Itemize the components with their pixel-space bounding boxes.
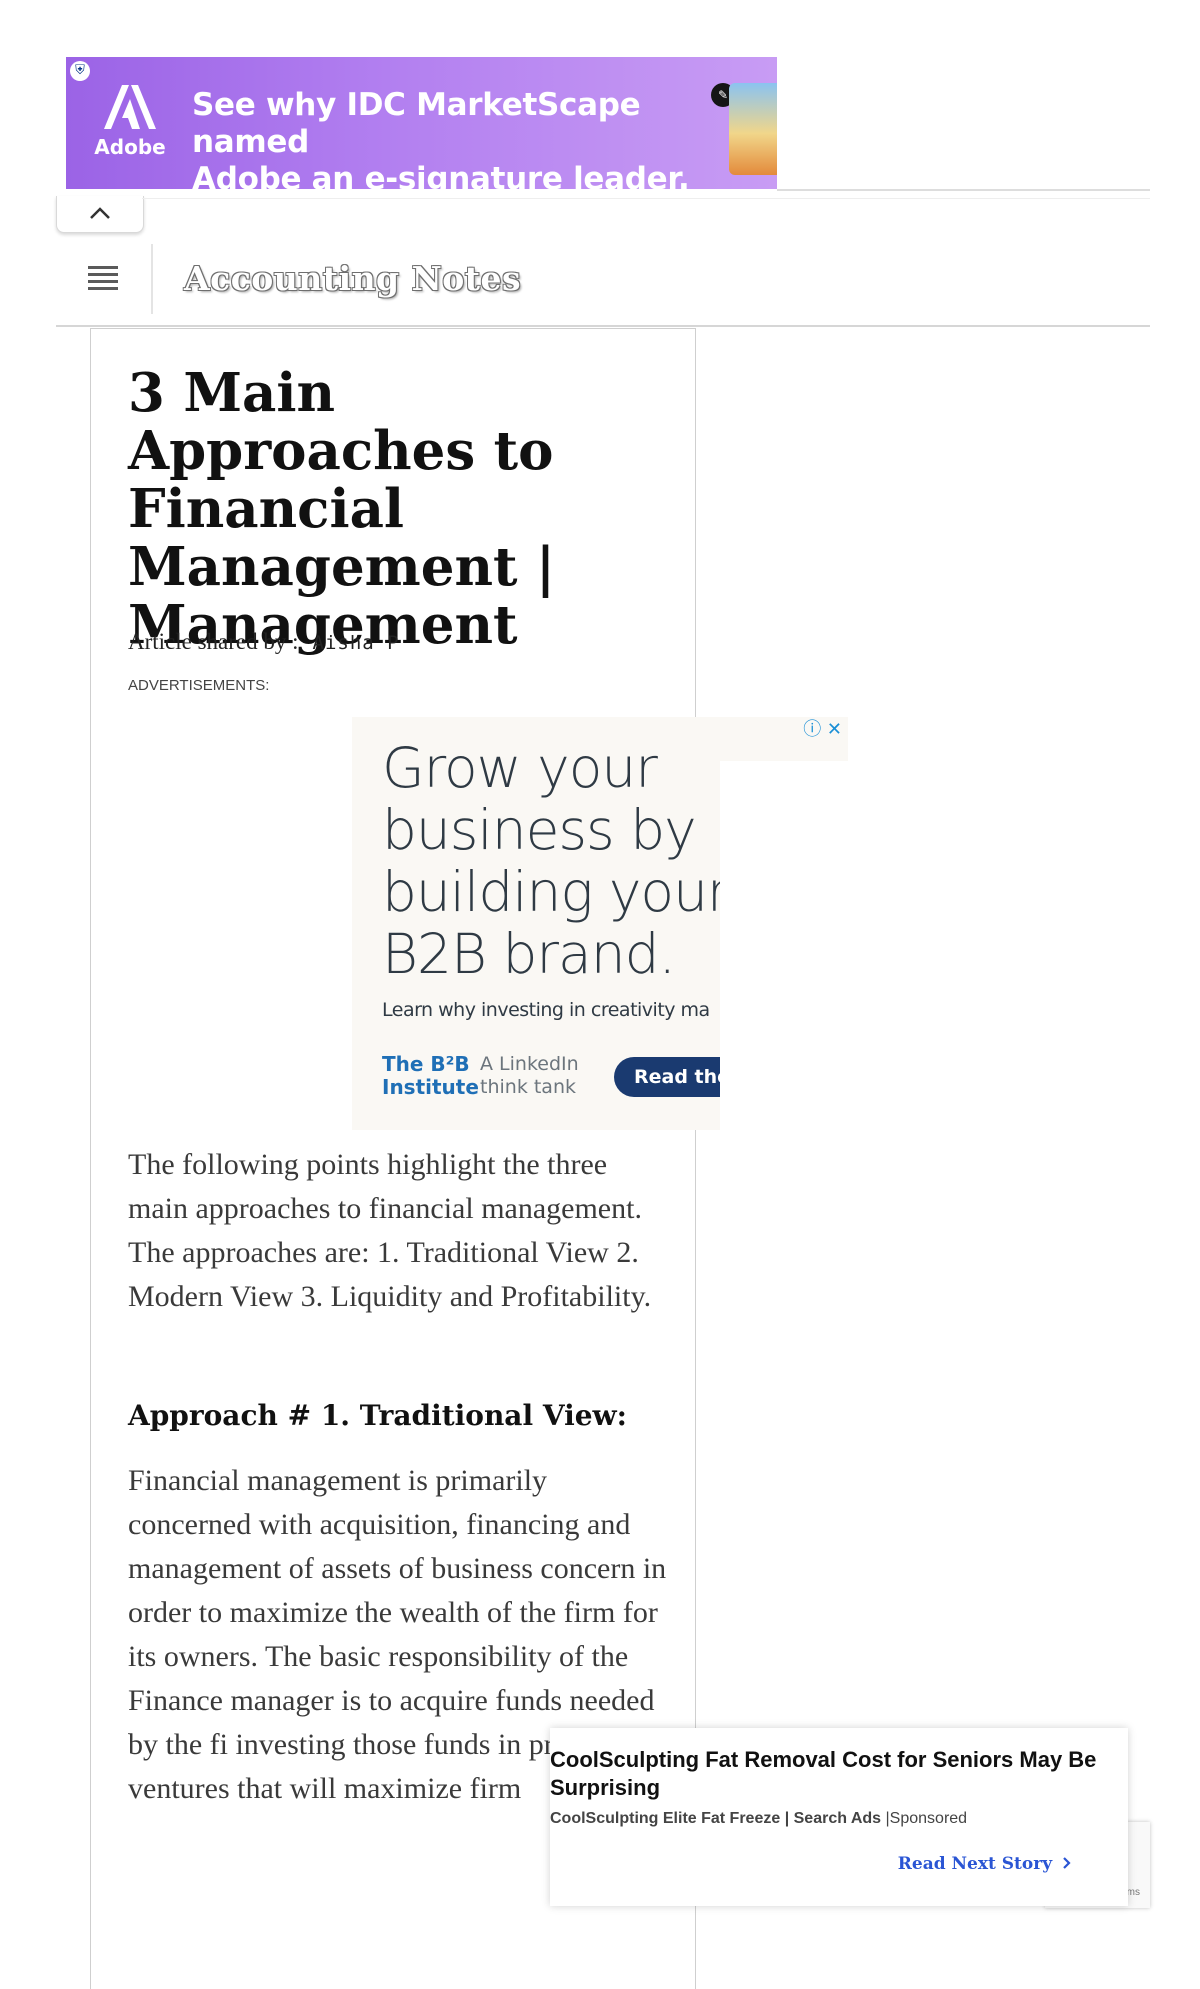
site-title[interactable]: Accounting Notes <box>184 259 521 298</box>
sponsored-story-card[interactable]: CoolSculpting Fat Removal Cost for Senio… <box>550 1728 1128 1906</box>
byline-label: Article shared by : <box>128 629 299 654</box>
adobe-a-icon <box>104 85 156 129</box>
ad-cta-button[interactable]: Read the <box>614 1057 720 1097</box>
header-bottom-border <box>56 325 1150 327</box>
sponsored-label: Sponsored <box>889 1810 968 1827</box>
ad-headline-line: building your <box>382 860 720 924</box>
page-title: 3 Main Approaches to Financial Managemen… <box>128 362 556 656</box>
chevron-right-icon <box>1063 1857 1071 1869</box>
section-heading: Approach # 1. Traditional View: <box>128 1399 627 1432</box>
ad-headline-line: Grow your <box>382 736 658 800</box>
sponsored-source: CoolSculpting Elite Fat Freeze | Search … <box>550 1810 967 1828</box>
b2b-institute-ad[interactable]: Grow your business by building your B2B … <box>352 717 848 1130</box>
logo-line: Institute <box>382 1075 479 1099</box>
ad-headline-line: Adobe an e-signature leader. <box>192 161 690 189</box>
intro-paragraph: The following points highlight the three… <box>128 1148 652 1313</box>
author-name: Aisha P <box>312 632 400 654</box>
ad-headline: Grow your business by building your B2B … <box>382 737 720 985</box>
divider <box>151 244 153 314</box>
adobe-banner-ad[interactable]: ⛨ Adobe See why IDC MarketScape named Ad… <box>66 57 777 189</box>
ad-headline: See why IDC MarketScape named Adobe an e… <box>192 87 712 189</box>
adobe-logo: Adobe <box>84 71 176 171</box>
tagline-line: think tank <box>480 1076 576 1098</box>
b2b-institute-logo: The B²B Institute <box>382 1052 479 1099</box>
ad-headline-line: See why IDC MarketScape named <box>192 87 641 160</box>
read-next-label: Read Next Story <box>897 1854 1053 1874</box>
read-next-story-link[interactable]: Read Next Story <box>898 1854 1072 1874</box>
ad-thumbnail-image <box>729 83 777 175</box>
chevron-up-icon <box>90 207 110 219</box>
ad-tagline: A LinkedIn think tank <box>480 1053 590 1099</box>
logo-line: The B²B <box>382 1052 470 1076</box>
hamburger-icon[interactable] <box>88 266 118 292</box>
ad-subline: Learn why investing in creativity ma <box>382 999 710 1021</box>
ad-headline-line: business by <box>382 798 697 862</box>
ad-headline-line: B2B brand. <box>382 922 676 986</box>
sponsored-title[interactable]: CoolSculpting Fat Removal Cost for Senio… <box>550 1746 1110 1802</box>
ad-creative[interactable]: Grow your business by building your B2B … <box>352 717 720 1130</box>
advertisements-label: ADVERTISEMENTS: <box>128 677 270 694</box>
recaptcha-text: ms <box>1126 1887 1140 1898</box>
adobe-brand-label: Adobe <box>94 135 166 159</box>
divider <box>777 189 1150 191</box>
ad-choices-close[interactable]: ⓘ ✕ <box>720 717 848 761</box>
collapse-header-button[interactable] <box>56 196 144 233</box>
source-name: CoolSculpting Elite Fat Freeze | Search … <box>550 1810 882 1827</box>
byline: Article shared by : Aisha P <box>128 629 400 655</box>
divider <box>142 198 1150 199</box>
info-close-icon[interactable]: ⓘ ✕ <box>803 719 842 740</box>
tagline-line: A LinkedIn <box>480 1053 579 1075</box>
